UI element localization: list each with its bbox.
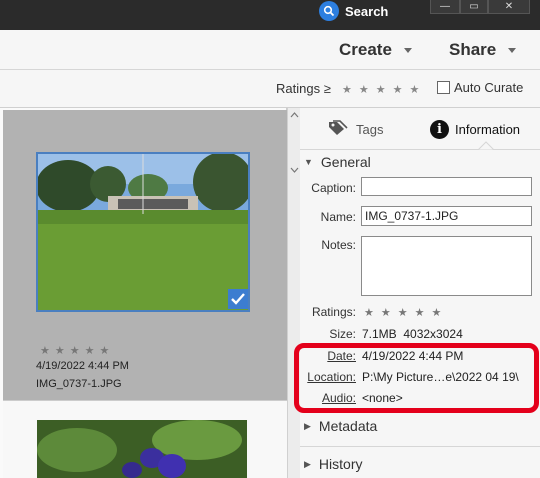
minimize-button[interactable]: — [430, 0, 460, 14]
star-icon[interactable]: ★ [70, 344, 80, 357]
star-icon[interactable]: ★ [40, 344, 50, 357]
triangle-right-icon: ▶ [304, 458, 311, 469]
metadata-section-header[interactable]: ▶ Metadata [300, 410, 540, 442]
star-icon[interactable]: ★ [415, 306, 425, 319]
history-section-header[interactable]: ▶ History [300, 448, 540, 478]
search-label: Search [345, 3, 389, 19]
name-field[interactable]: IMG_0737-1.JPG [361, 206, 532, 226]
photo-thumbnail[interactable] [37, 420, 247, 478]
search-icon [319, 1, 339, 21]
section-divider [300, 446, 540, 447]
photo-rating-stars[interactable]: ★ ★ ★ ★ ★ [40, 344, 109, 357]
size-value: 7.1MB 4032x3024 [362, 327, 463, 341]
info-icon: i [430, 120, 449, 139]
star-icon[interactable]: ★ [393, 83, 403, 96]
highlight-annotation [294, 343, 539, 413]
star-icon[interactable]: ★ [364, 306, 374, 319]
close-button[interactable]: ✕ [488, 0, 530, 14]
create-button[interactable]: Create [339, 40, 412, 60]
auto-curate-label: Auto Curate [454, 80, 524, 95]
grid-scrollbar[interactable] [287, 108, 300, 478]
tab-tags[interactable]: Tags [328, 120, 383, 139]
star-icon[interactable]: ★ [359, 83, 369, 96]
tab-information[interactable]: i Information [430, 120, 520, 139]
chevron-down-icon [508, 47, 517, 53]
star-icon[interactable]: ★ [55, 344, 65, 357]
auto-curate-checkbox[interactable] [437, 81, 450, 94]
caption-field[interactable] [361, 177, 532, 196]
ratings-label: Ratings: [311, 305, 356, 319]
selected-check-icon[interactable] [228, 289, 248, 309]
ratings-filter-stars[interactable]: ★ ★ ★ ★ ★ [342, 83, 419, 96]
star-icon[interactable]: ★ [381, 306, 391, 319]
star-icon[interactable]: ★ [432, 306, 442, 319]
star-icon[interactable]: ★ [410, 83, 420, 96]
name-label: Name: [320, 210, 356, 224]
notes-label: Notes: [321, 238, 356, 252]
restore-button[interactable]: ▭ [460, 0, 488, 14]
photo-filename: IMG_0737-1.JPG [36, 378, 122, 390]
star-icon[interactable]: ★ [398, 306, 408, 319]
general-section-header[interactable]: ▼ General [300, 146, 540, 178]
ratings-operator[interactable]: ≥ [324, 81, 331, 96]
star-icon[interactable]: ★ [85, 344, 95, 357]
tag-icon [328, 120, 348, 139]
caption-label: Caption: [311, 181, 356, 195]
chevron-down-icon [403, 47, 412, 53]
search-button[interactable]: Search [319, 0, 388, 22]
share-button[interactable]: Share [449, 40, 517, 60]
photo-date: 4/19/2022 4:44 PM [36, 360, 129, 372]
triangle-down-icon: ▼ [304, 157, 313, 167]
park-photo-image [38, 154, 248, 310]
title-bar: Search — ▭ ✕ [0, 0, 540, 30]
triangle-right-icon: ▶ [304, 420, 311, 431]
ratings-filter-label: Ratings [276, 81, 321, 96]
star-icon[interactable]: ★ [342, 83, 352, 96]
star-icon[interactable]: ★ [376, 83, 386, 96]
flower-photo-image [37, 420, 247, 478]
photo-thumbnail[interactable] [36, 152, 250, 312]
size-label: Size: [329, 327, 356, 341]
notes-field[interactable] [361, 236, 532, 296]
header-bar: Create Share [0, 30, 540, 70]
info-rating-stars[interactable]: ★ ★ ★ ★ ★ [364, 306, 441, 319]
star-icon[interactable]: ★ [100, 344, 110, 357]
